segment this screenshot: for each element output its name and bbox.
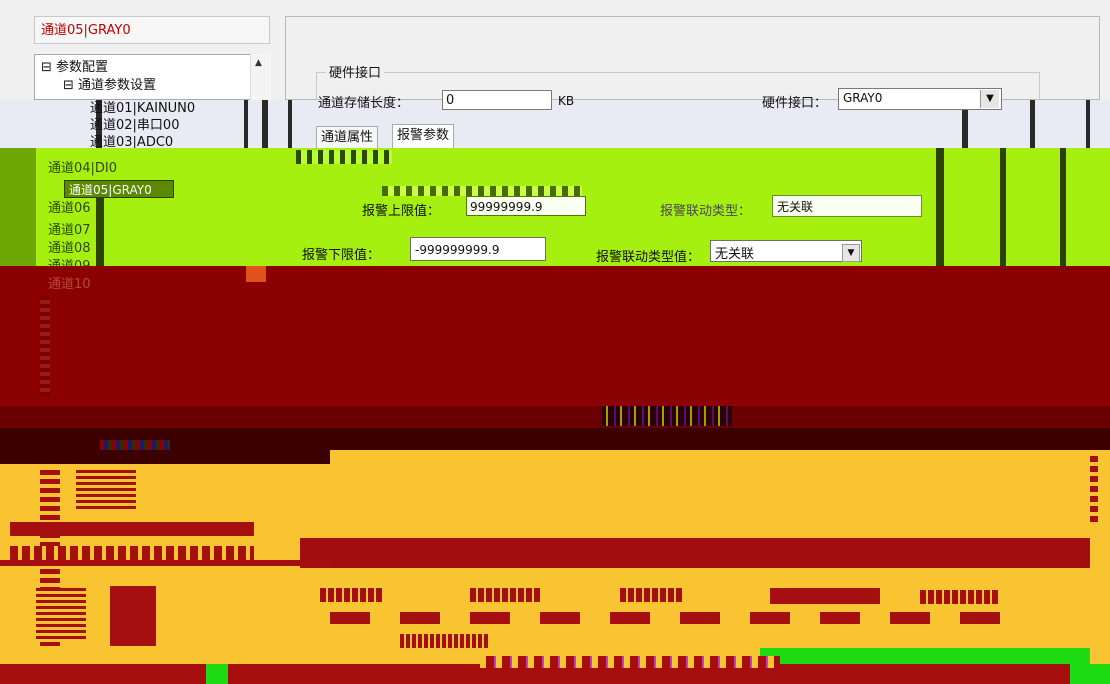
glitch-noise — [320, 588, 384, 602]
glitch-noise — [40, 296, 50, 396]
tree-item-channel08[interactable]: 通道08 — [48, 240, 91, 258]
storage-length-label: 通道存储长度： — [318, 96, 410, 111]
tree-item-channel10[interactable]: 通道10 — [48, 276, 91, 294]
glitch-noise — [10, 522, 254, 536]
glitch-bar — [1030, 100, 1035, 148]
glitch-noise — [1070, 664, 1110, 684]
alarm-link-value-label: 报警联动类型值： — [596, 250, 701, 265]
glitch-bar — [262, 100, 268, 148]
glitch-noise — [0, 560, 330, 566]
glitch-bar — [1086, 100, 1090, 148]
glitch-band-deep-left — [0, 450, 330, 464]
glitch-bar — [288, 100, 292, 148]
tree-node-label: 参数配置 — [56, 60, 109, 75]
alarm-upper-label: 报警上限值： — [362, 204, 441, 219]
collapse-icon[interactable]: ⊟ — [41, 60, 52, 75]
glitch-noise — [770, 588, 880, 604]
scroll-up-arrow-icon[interactable]: ▲ — [255, 58, 262, 68]
glitch-noise — [36, 588, 86, 642]
glitch-noise — [480, 656, 780, 668]
tree-node-label: 通道参数设置 — [78, 78, 157, 93]
alarm-upper-input[interactable]: 99999999.9 — [466, 196, 586, 216]
storage-length-input[interactable]: 0 — [442, 90, 552, 110]
tree-node-param-config[interactable]: ⊟ 参数配置 — [41, 59, 108, 77]
glitch-noise — [296, 150, 392, 164]
dropdown-arrow-icon[interactable]: ▼ — [842, 244, 860, 262]
hardware-port-label: 硬件接口： — [762, 96, 828, 111]
glitch-bar — [244, 100, 248, 148]
dropdown-arrow-icon[interactable]: ▼ — [980, 90, 999, 108]
glitch-bar — [1000, 148, 1006, 266]
alarm-lower-label: 报警下限值： — [302, 248, 381, 263]
glitch-noise — [110, 586, 156, 646]
glitch-band-green-edge — [0, 148, 36, 266]
storage-unit-label: KB — [558, 94, 575, 108]
glitch-noise — [470, 588, 542, 602]
glitch-bar — [1060, 148, 1066, 266]
tree-item-channel04[interactable]: 通道04|DI0 — [48, 160, 117, 178]
tab-channel-attributes[interactable]: 通道属性 — [316, 126, 379, 149]
glitch-noise — [602, 406, 732, 426]
glitch-noise — [920, 590, 1000, 604]
alarm-link-value-value: 无关联 — [715, 247, 755, 262]
glitch-noise — [620, 588, 684, 602]
glitch-noise — [206, 664, 228, 684]
glitch-noise — [76, 470, 136, 510]
tree-item-channel01[interactable]: 通道01|KAINUN0 — [90, 100, 195, 118]
glitch-noise — [330, 612, 1030, 624]
glitch-noise — [400, 634, 490, 648]
alarm-lower-input[interactable]: -999999999.9 — [410, 237, 546, 261]
config-tree[interactable]: ⊟ 参数配置 ⊟ 通道参数设置 — [34, 54, 270, 100]
alarm-link-type-label: 报警联动类型： — [660, 204, 752, 219]
tree-item-channel06[interactable]: 通道06 — [48, 200, 91, 218]
glitch-noise — [382, 186, 582, 196]
hardware-group-label: 硬件接口 — [326, 62, 385, 81]
hardware-port-value: GRAY0 — [843, 91, 883, 105]
tree-item-channel05-selected[interactable]: 通道05|GRAY0 — [64, 180, 174, 198]
channel-title-box: 通道05|GRAY0 — [34, 16, 270, 44]
glitch-noise — [1090, 456, 1098, 526]
glitch-band-maroon — [0, 266, 1110, 406]
tree-item-channel07[interactable]: 通道07 — [48, 222, 91, 240]
glitch-stripe — [300, 538, 1090, 568]
alarm-link-type-value: 无关联 — [777, 200, 814, 214]
glitch-bar — [936, 148, 944, 266]
collapse-icon[interactable]: ⊟ — [63, 78, 74, 93]
glitch-noise — [246, 266, 266, 282]
tree-node-channel-param-settings[interactable]: ⊟ 通道参数设置 — [63, 77, 156, 95]
tab-alarm-params[interactable]: 报警参数 — [392, 124, 455, 149]
tree-item-channel02[interactable]: 通道02|串口00 — [90, 117, 179, 135]
